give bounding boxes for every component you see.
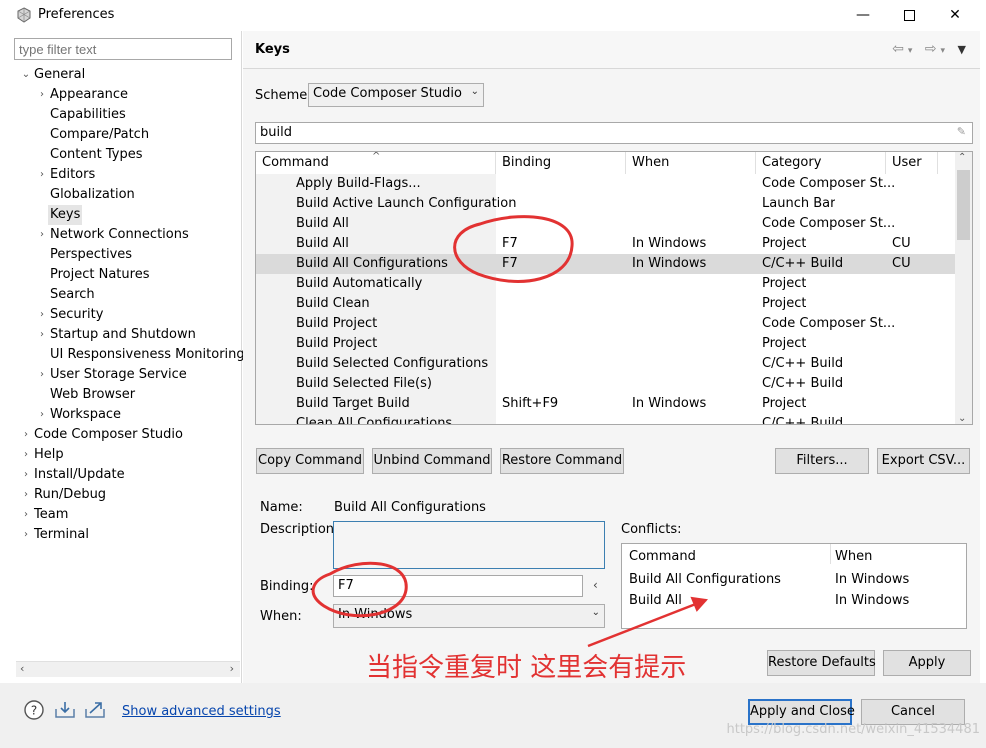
preferences-window: Preferences — ✕ ⌄General ›Appearance Cap…: [0, 0, 986, 748]
annotation-overlay: [311, 215, 708, 648]
annotation-text: 当指令重复时 这里会有提示: [366, 653, 687, 683]
annotation-circle-binding: [311, 561, 408, 618]
annotation-circle-table: [453, 215, 574, 283]
annotation-arrow: [587, 598, 707, 648]
watermark: https://blog.csdn.net/weixin_41534481: [726, 722, 980, 737]
annotation-arrowhead: [690, 596, 708, 612]
